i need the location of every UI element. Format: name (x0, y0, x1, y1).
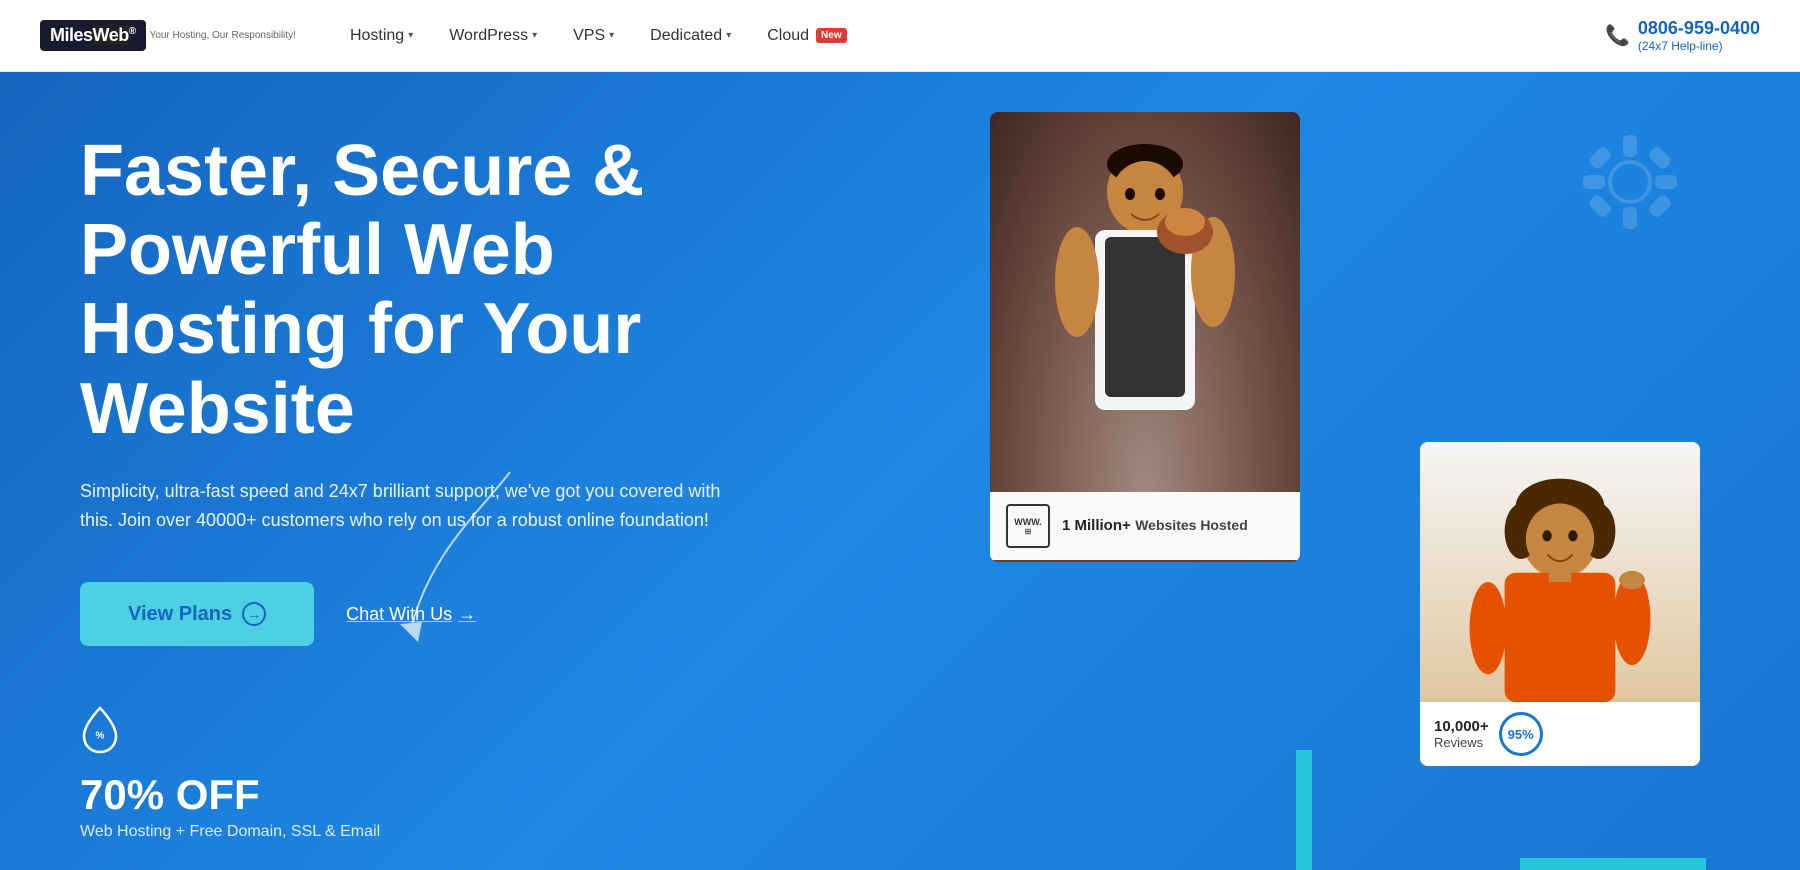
logo-web: Web (93, 25, 129, 45)
www-icon: WWW. ⊞ (1006, 504, 1050, 548)
teal-accent-bar (1296, 750, 1312, 870)
phone-helpline: (24x7 Help-line) (1638, 39, 1760, 53)
chat-with-us-button[interactable]: Chat With Us → (346, 604, 476, 625)
artisan-figure (1015, 122, 1275, 492)
chevron-down-icon: ▾ (532, 30, 537, 41)
nav-vps-label: VPS (573, 27, 605, 45)
nav-item-vps[interactable]: VPS ▾ (559, 19, 628, 53)
gear-icon (1580, 132, 1680, 232)
nav-links: Hosting ▾ WordPress ▾ VPS ▾ Dedicated ▾ … (336, 19, 1605, 53)
discount-percentage: 70% OFF (80, 771, 730, 819)
nav-cloud-label: Cloud (767, 27, 809, 45)
teal-bottom-bar (1520, 858, 1706, 870)
nav-item-wordpress[interactable]: WordPress ▾ (435, 19, 551, 53)
discount-block: % 70% OFF Web Hosting + Free Domain, SSL… (80, 706, 730, 841)
hero-content: Faster, Secure & Powerful Web Hosting fo… (80, 132, 730, 841)
review-pct-value: 95% (1508, 727, 1534, 742)
chat-label: Chat With Us (346, 604, 452, 625)
logo-registered: ® (129, 26, 136, 37)
artisan-photo (990, 112, 1300, 492)
nav-item-hosting[interactable]: Hosting ▾ (336, 19, 427, 53)
websites-count: 1 Million+ (1062, 517, 1131, 534)
hero-section: Faster, Secure & Powerful Web Hosting fo… (0, 72, 1800, 870)
review-text: 10,000+ Reviews (1434, 718, 1489, 750)
review-percentage-circle: 95% (1499, 712, 1543, 756)
nav-wordpress-label: WordPress (449, 27, 528, 45)
nav-hosting-label: Hosting (350, 27, 404, 45)
phone-contact: 📞 0806-959-0400 (24x7 Help-line) (1605, 18, 1760, 53)
websites-label: Websites Hosted (1135, 517, 1248, 533)
view-plans-label: View Plans (128, 603, 232, 626)
woman-figure (1440, 462, 1680, 702)
hero-main-image: WWW. ⊞ 1 Million+ Websites Hosted (990, 112, 1300, 562)
chevron-down-icon: ▾ (726, 30, 731, 41)
chevron-down-icon: ▾ (408, 30, 413, 41)
phone-text: 0806-959-0400 (24x7 Help-line) (1638, 18, 1760, 53)
chevron-down-icon: ▾ (609, 30, 614, 41)
circle-arrow-icon: → (242, 602, 266, 626)
nav-item-cloud[interactable]: Cloud New (753, 19, 860, 53)
svg-text:%: % (96, 731, 105, 742)
phone-number[interactable]: 0806-959-0400 (1638, 18, 1760, 39)
logo-box: MilesWeb® (40, 20, 146, 51)
arrow-right-icon: → (458, 604, 476, 625)
websites-badge: WWW. ⊞ 1 Million+ Websites Hosted (990, 492, 1300, 560)
websites-text: 1 Million+ Websites Hosted (1062, 516, 1248, 537)
navbar: MilesWeb® Your Hosting, Our Responsibili… (0, 0, 1800, 72)
new-badge: New (816, 28, 847, 43)
logo[interactable]: MilesWeb® Your Hosting, Our Responsibili… (40, 20, 296, 51)
review-label: Reviews (1434, 735, 1489, 750)
hero-buttons: View Plans → Chat With Us → (80, 582, 730, 646)
nav-dedicated-label: Dedicated (650, 27, 722, 45)
hero-title: Faster, Secure & Powerful Web Hosting fo… (80, 132, 730, 449)
discount-description: Web Hosting + Free Domain, SSL & Email (80, 823, 730, 841)
logo-tagline: Your Hosting, Our Responsibility! (150, 30, 296, 41)
view-plans-button[interactable]: View Plans → (80, 582, 314, 646)
hero-subtitle: Simplicity, ultra-fast speed and 24x7 br… (80, 477, 730, 535)
logo-miles: Miles (50, 25, 93, 45)
review-badge: 10,000+ Reviews 95% (1420, 702, 1700, 766)
phone-icon: 📞 (1605, 23, 1630, 48)
review-card: 10,000+ Reviews 95% (1420, 442, 1700, 766)
review-person-photo (1420, 442, 1700, 702)
review-count: 10,000+ (1434, 718, 1489, 735)
nav-item-dedicated[interactable]: Dedicated ▾ (636, 19, 745, 53)
discount-drop-icon: % (80, 706, 730, 763)
